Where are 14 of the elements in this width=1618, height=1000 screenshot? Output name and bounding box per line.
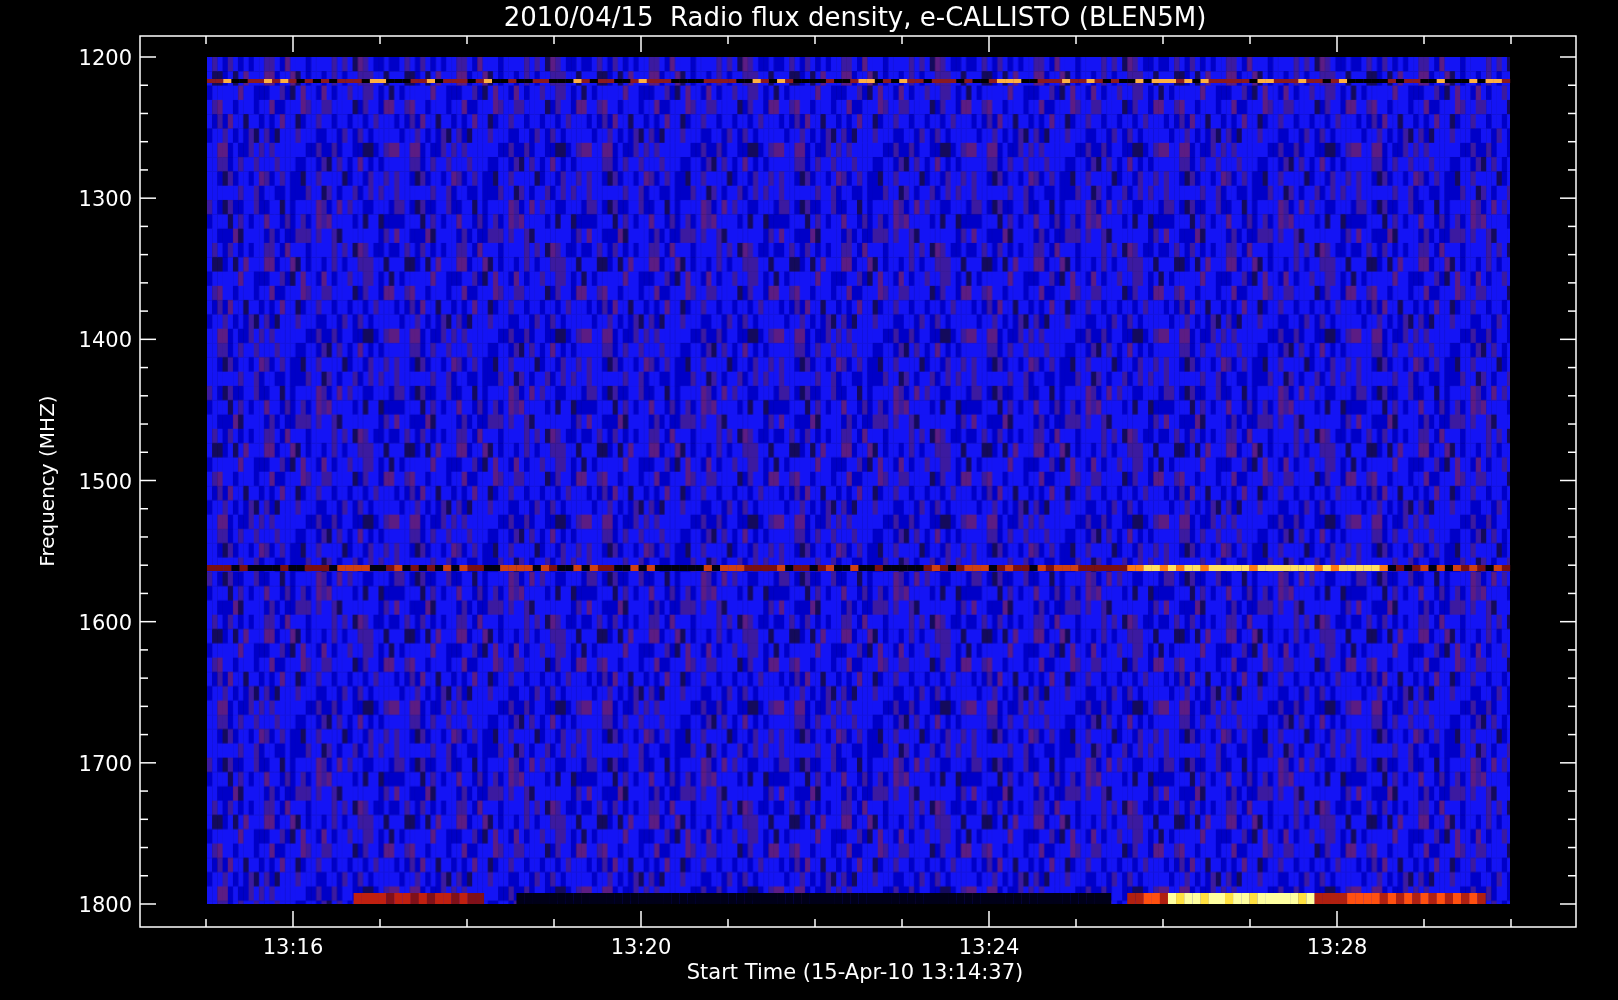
x-tick-label: 13:28 [1306,935,1368,959]
y-tick-label: 1600 [78,610,132,635]
y-tick-label: 1400 [78,328,132,353]
y-tick-label: 1700 [78,751,132,776]
x-tick-label: 13:16 [262,935,324,959]
y-tick-label: 1300 [78,187,132,212]
x-axis-label: Start Time (15-Apr-10 13:14:37) [686,960,1024,984]
y-tick-label: 1200 [78,46,132,70]
y-axis-label: Frequency (MHZ) [35,395,59,567]
x-tick-label: 13:24 [958,935,1020,959]
y-tick-label: 1500 [78,469,132,494]
y-tick-label: 1800 [78,893,132,917]
chart-title: 2010/04/15 Radio flux density, e-CALLISTO (BLEN5M) [503,2,1207,32]
x-tick-label: 13:20 [610,935,672,959]
